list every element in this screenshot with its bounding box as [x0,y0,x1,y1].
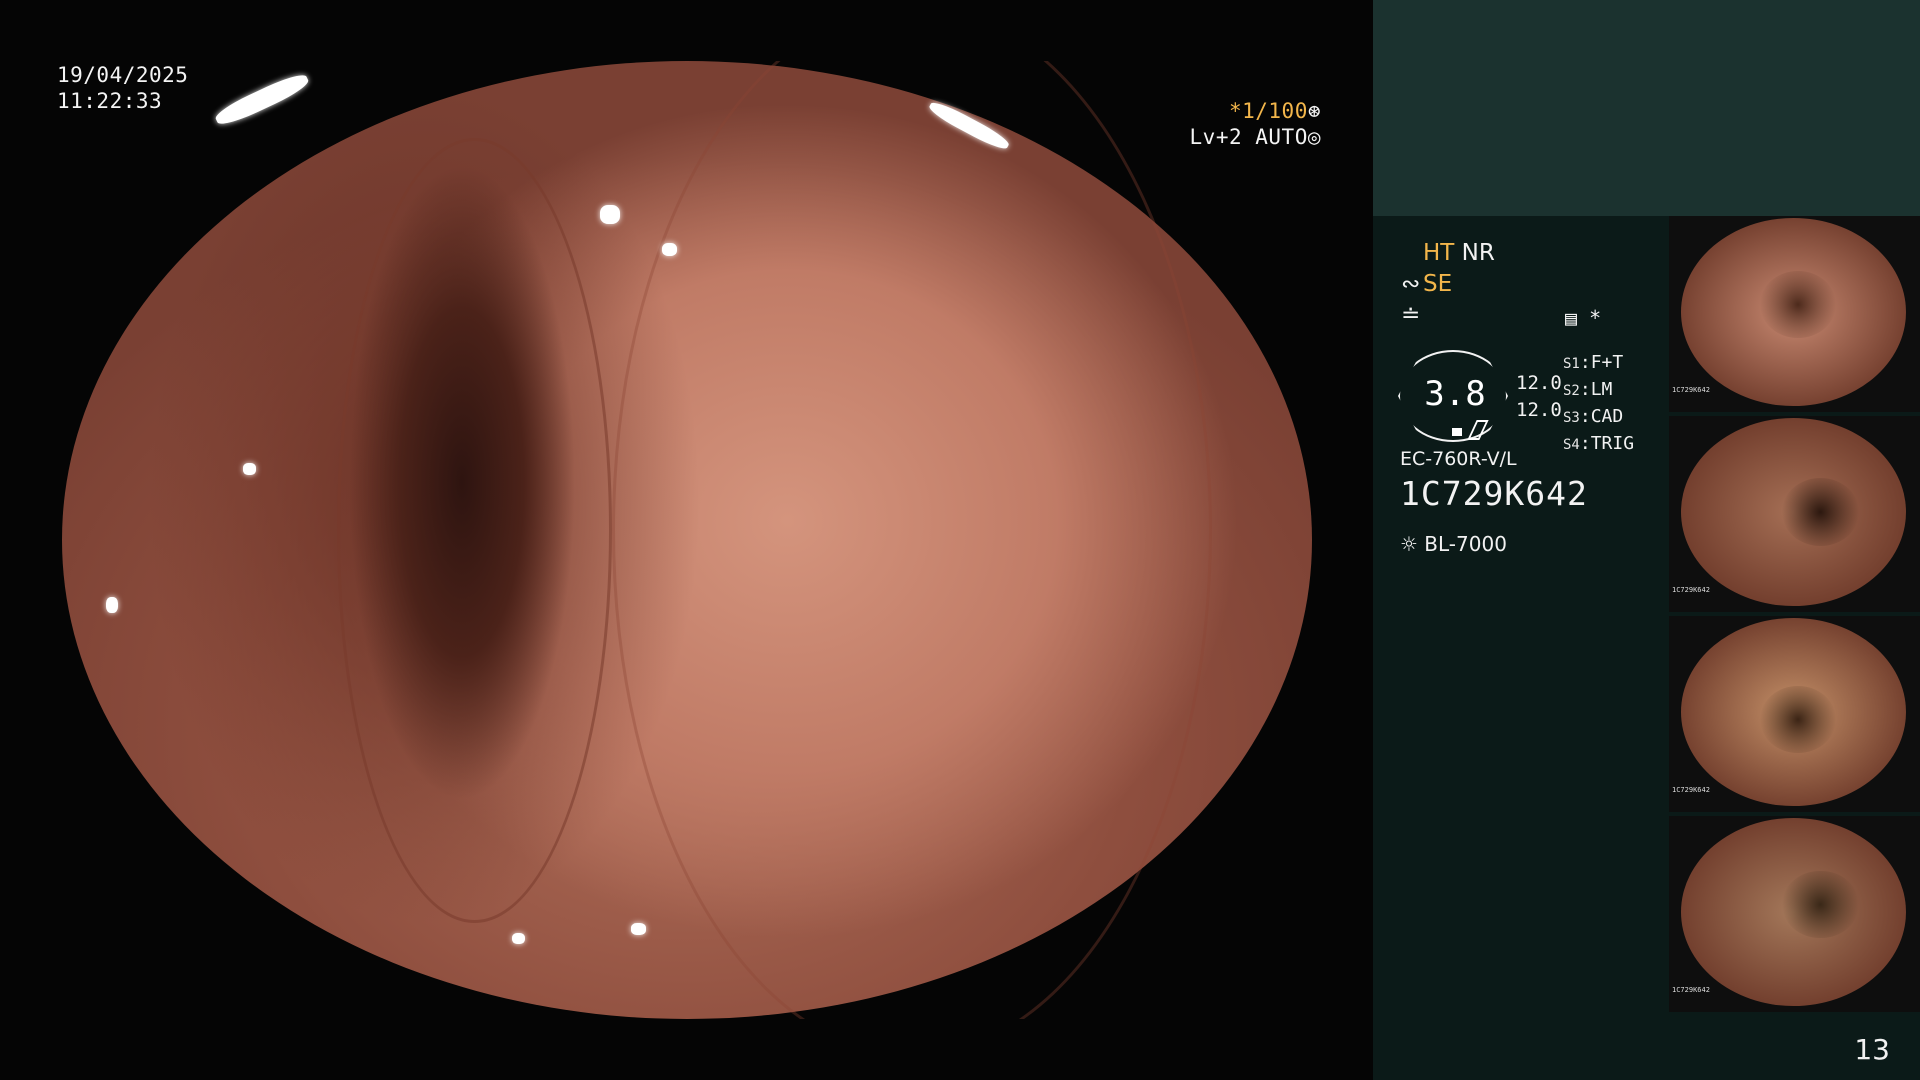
switch-row: S1:F+T [1563,350,1634,377]
panel-header-area [1373,0,1920,216]
mucosal-fold [337,137,612,924]
switch-value: CAD [1590,406,1624,427]
capture-thumbnails: 1C729K642 1C729K642 1C729K642 1C729K642 [1669,216,1920,1016]
switch-row: S4:TRIG [1563,431,1634,458]
gauge-lower-value: 12.0 [1516,399,1562,421]
thumbnail[interactable]: 1C729K642 [1669,616,1920,812]
gauge-slash-icon [1467,420,1489,440]
light-icon: ☼ [1400,532,1418,556]
light-source-row: ☼ BL-7000 [1400,532,1507,556]
thumbnail-serial: 1C729K642 [1672,986,1710,994]
gauge-value: 3.8 [1424,374,1486,414]
ht-label: HT [1423,240,1455,266]
endoscopic-image [62,61,1312,1019]
thumbnail[interactable]: 1C729K642 [1669,816,1920,1012]
thumbnail-lumen [1782,478,1859,546]
thumbnail-image [1681,218,1906,406]
thumbnail-serial: 1C729K642 [1672,786,1710,794]
switch-key: S2 [1563,383,1580,399]
gauge-upper-value: 12.0 [1516,372,1562,394]
switch-assignments: S1:F+T S2:LM S3:CAD S4:TRIG [1563,350,1634,458]
light-source-label: BL-7000 [1424,532,1507,556]
thumbnail-image [1681,618,1906,806]
thumbnail-image [1681,418,1906,606]
thumbnail-image [1681,818,1906,1006]
scope-serial: 1C729K642 [1400,474,1588,513]
contrast-icon: ≐ [1401,302,1421,328]
iris-icon: ◎ [1307,125,1321,149]
thumbnail[interactable]: 1C729K642 [1669,416,1920,612]
switch-separator: : [1579,352,1591,373]
light-reflection [630,923,646,935]
switch-row: S2:LM [1563,377,1634,404]
switch-key: S3 [1563,410,1580,426]
image-settings: HT NR ∾ SE ≐ [1401,238,1661,331]
menu-icon: ▤ [1565,306,1578,330]
switch-key: S4 [1563,437,1580,453]
menu-indicators: ▤ * [1565,306,1601,330]
switch-separator: : [1579,406,1591,427]
thumbnail[interactable]: 1C729K642 [1669,216,1920,412]
switch-key: S1 [1563,356,1580,372]
time-text: 11:22:33 [57,89,163,113]
page-number: 13 [1854,1033,1890,1066]
thumbnail-serial: 1C729K642 [1672,386,1710,394]
switch-row: S3:CAD [1563,404,1634,431]
light-reflection [212,69,312,130]
thumbnail-lumen [1782,870,1859,939]
shutter-speed: *1/100 [1228,99,1308,123]
light-reflection [243,463,256,475]
menu-asterisk: * [1589,306,1602,330]
endoscope-view: 19/04/2025 11:22:33 *1/100⊛ Lv+2 AUTO◎ [0,0,1373,1080]
info-panel: HT NR ∾ SE ≐ ▤ * 3.8 12.0 12.0 S1:F+T S2:L… [1373,0,1920,1080]
se-label: SE [1423,271,1453,297]
thumbnail-serial: 1C729K642 [1672,586,1710,594]
switch-separator: : [1579,379,1591,400]
exposure-level: Lv+2 [1189,125,1243,149]
gauge-side-values: 12.0 12.0 [1516,370,1562,424]
switch-value: TRIG [1590,433,1635,454]
light-reflection [105,597,119,613]
light-reflection [599,204,620,224]
date-text: 19/04/2025 [57,63,189,87]
light-reflection [662,243,677,257]
thumbnail-lumen [1759,270,1837,339]
gauge-marker-icon [1452,428,1462,436]
nr-label: NR [1461,240,1495,266]
switch-value: LM [1590,379,1613,400]
zoom-gauge: 3.8 [1398,350,1508,442]
switch-separator: : [1579,433,1591,454]
switch-value: F+T [1590,352,1624,373]
aperture-icon: ⊛ [1307,99,1321,123]
structure-icon: ∾ [1401,271,1421,297]
scope-model: EC-760R-V/L [1400,448,1517,470]
light-reflection [512,932,525,945]
thumbnail-lumen [1759,685,1837,754]
exposure-overlay: *1/100⊛ Lv+2 AUTO◎ [1190,98,1321,150]
mucosal-fold [612,61,1212,1019]
exposure-mode: AUTO [1255,125,1308,149]
date-time-overlay: 19/04/2025 11:22:33 [57,62,188,114]
